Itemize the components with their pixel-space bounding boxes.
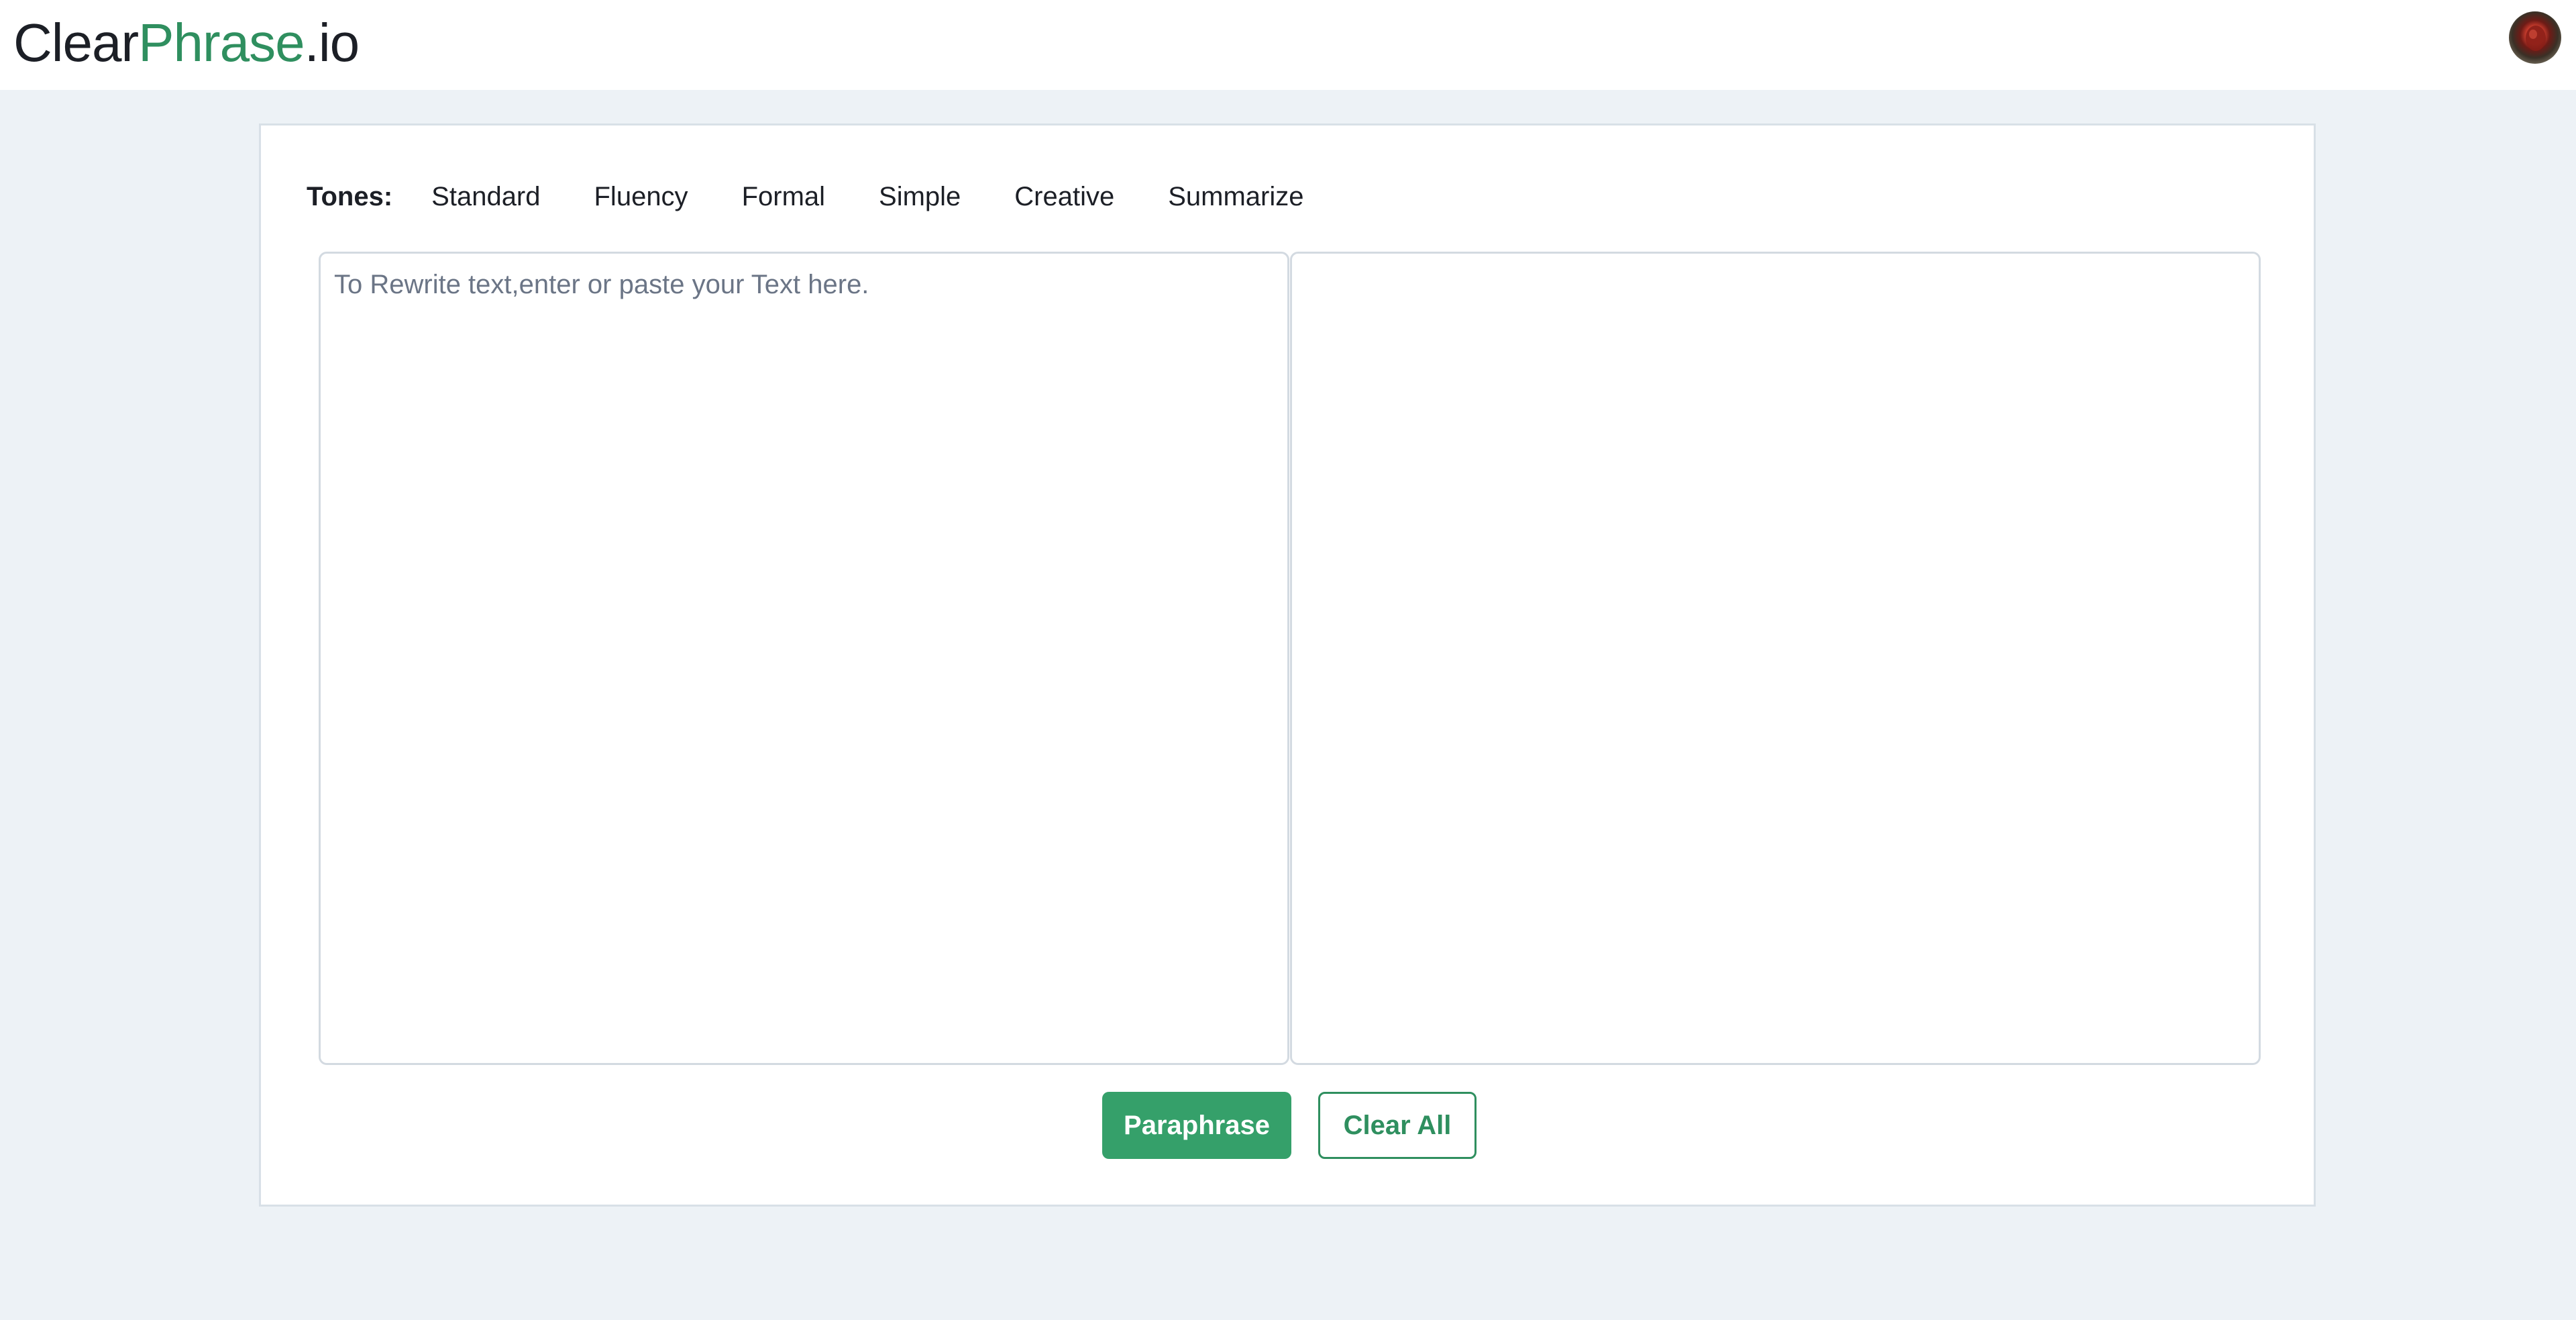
logo-text-phrase: Phrase [138,13,305,72]
user-avatar-icon[interactable] [2509,11,2561,64]
app-logo[interactable]: ClearPhrase.io [13,9,360,77]
tone-fluency[interactable]: Fluency [594,182,688,212]
output-editor-panel [1290,252,2261,1065]
paraphrase-button[interactable]: Paraphrase [1102,1092,1291,1159]
logo-text-clear: Clear [13,13,139,72]
output-text-area[interactable] [1292,254,2259,1063]
tone-formal[interactable]: Formal [742,182,825,212]
tones-label: Tones: [307,181,393,211]
clear-all-button[interactable]: Clear All [1318,1092,1477,1159]
tone-standard[interactable]: Standard [431,182,540,212]
avatar-image-icon [2526,26,2546,51]
input-editor-panel [319,252,1289,1065]
logo-text-io: .io [304,13,360,72]
tone-creative[interactable]: Creative [1014,182,1114,212]
top-navbar: ClearPhrase.io [0,0,2576,90]
tone-summarize[interactable]: Summarize [1168,182,1303,212]
tones-bar: Tones: Standard Fluency Formal Simple Cr… [307,178,1304,215]
tone-simple[interactable]: Simple [879,182,961,212]
paraphrase-tool-card: Tones: Standard Fluency Formal Simple Cr… [259,123,2316,1207]
input-text-area[interactable] [321,254,1287,1063]
